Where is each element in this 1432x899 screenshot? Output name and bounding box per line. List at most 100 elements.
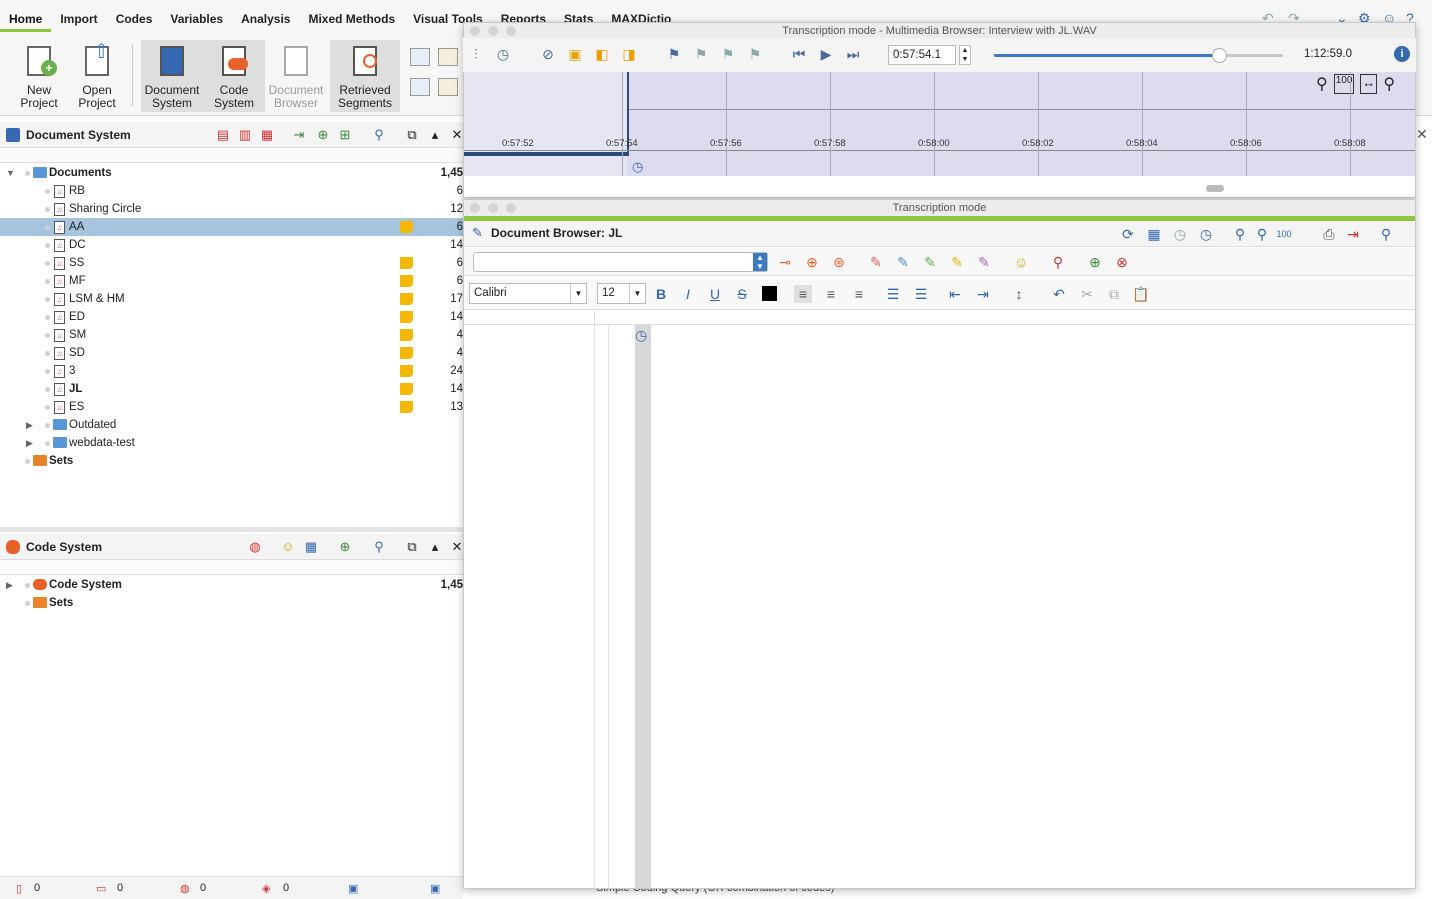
export-icon[interactable]: ⇥ xyxy=(1344,225,1362,243)
play-icon[interactable]: ▶ xyxy=(817,45,835,63)
code-with-new-icon[interactable]: ⊛ xyxy=(830,253,848,271)
highlighter-blue-icon[interactable]: ✎ xyxy=(894,253,912,271)
font-size-select[interactable]: 12 ▼ xyxy=(597,283,646,304)
cut-icon[interactable]: ✂ xyxy=(1078,285,1096,303)
filter-docs-icon[interactable]: ▦ xyxy=(260,128,274,142)
retrieved-segments-button[interactable]: Retrieved Segments xyxy=(330,40,400,112)
italic-icon[interactable]: I xyxy=(679,285,697,303)
skip-forward-icon[interactable]: ⏭ xyxy=(844,45,862,63)
skip-back-icon[interactable]: ⏮ xyxy=(790,45,808,63)
zoom-100-icon[interactable]: 100 xyxy=(1275,225,1293,243)
code-system-button[interactable]: Code System xyxy=(203,40,265,112)
memo-icon[interactable] xyxy=(400,329,413,341)
paste-icon[interactable]: 📋 xyxy=(1132,285,1150,303)
tab-mixed-methods[interactable]: Mixed Methods xyxy=(299,8,404,32)
search-icon[interactable]: ⚲ xyxy=(372,128,386,142)
memo-icon[interactable] xyxy=(400,293,413,305)
memo-icon[interactable] xyxy=(400,383,413,395)
users-icon[interactable]: ▣ xyxy=(348,882,358,895)
user-icon[interactable]: ▣ xyxy=(430,882,440,895)
emoticode-icon[interactable]: ☺ xyxy=(281,540,295,554)
line-spacing-icon[interactable]: ↕ xyxy=(1010,285,1028,303)
table-icon[interactable]: ▦ xyxy=(304,540,318,554)
document-sets-row[interactable]: Sets xyxy=(0,452,463,470)
seek-slider[interactable] xyxy=(994,48,1283,63)
close-icon[interactable]: ✕ xyxy=(450,128,464,142)
new-folder-icon[interactable]: ⊞ xyxy=(338,128,352,142)
chevron-right-icon[interactable]: ▶ xyxy=(26,434,33,452)
waveform-scrollbar[interactable] xyxy=(1206,185,1224,192)
align-center-icon[interactable]: ≡ xyxy=(822,285,840,303)
documents-root[interactable]: ▼ Documents 1,45 xyxy=(0,164,463,182)
strikethrough-icon[interactable]: S xyxy=(733,285,751,303)
transcript-area[interactable]: ◷ xyxy=(464,325,1415,888)
zoom-in-icon[interactable]: ⚲ xyxy=(1253,225,1271,243)
window-minimize-button[interactable] xyxy=(488,26,498,36)
code-dropdown[interactable]: ▲ ▼ xyxy=(473,252,768,272)
import-icon[interactable]: ⇥ xyxy=(292,128,306,142)
memo-icon[interactable] xyxy=(400,401,413,413)
refresh-icon[interactable]: ⟳ xyxy=(1119,225,1137,243)
document-row[interactable]: ♫ RB 6 xyxy=(0,182,463,200)
window-close-button[interactable] xyxy=(470,26,480,36)
position-stepper[interactable]: ▲ ▼ xyxy=(959,45,971,65)
seek-slider-handle[interactable] xyxy=(1212,48,1228,63)
document-row[interactable]: ♫ DC 14 xyxy=(0,236,463,254)
settings-sliders-icon[interactable]: ⫶ xyxy=(467,45,485,63)
marker-in-icon[interactable]: ⚑ xyxy=(692,45,710,63)
print-icon[interactable]: ⎙ xyxy=(1320,225,1338,243)
link-icon[interactable]: ⊘ xyxy=(539,45,557,63)
code-activate-icon[interactable]: ◍ xyxy=(248,540,262,554)
panel-splitter[interactable] xyxy=(0,527,463,532)
copy-icon[interactable]: ⧉ xyxy=(1105,285,1123,303)
window-zoom-button[interactable] xyxy=(506,26,516,36)
memo-icon[interactable] xyxy=(400,275,413,287)
document-row[interactable]: ♫ MF 6 xyxy=(0,272,463,290)
memo-icon[interactable] xyxy=(400,257,413,269)
highlighter-green-icon[interactable]: ✎ xyxy=(921,253,939,271)
zoom-out-icon[interactable]: ⚲ xyxy=(1231,225,1249,243)
layout-icon[interactable] xyxy=(438,48,458,66)
document-row[interactable]: ♫ SD 4 xyxy=(0,344,463,362)
search-icon[interactable]: ⚲ xyxy=(372,540,386,554)
highlighter-red-icon[interactable]: ✎ xyxy=(867,253,885,271)
timestamp-clock-icon[interactable]: ◷ xyxy=(635,327,647,344)
document-row[interactable]: ♫ Sharing Circle 12 xyxy=(0,200,463,218)
position-input[interactable]: 0:57:54.1 xyxy=(888,45,956,65)
align-right-icon[interactable]: ≡ xyxy=(850,285,868,303)
window-minimize-button[interactable] xyxy=(488,203,498,213)
bullet-list-icon[interactable]: ☰ xyxy=(884,285,902,303)
code-system-root[interactable]: ▶ Code System 1,45 xyxy=(0,576,463,594)
layout-icon[interactable] xyxy=(410,78,430,96)
outdent-icon[interactable]: ⇤ xyxy=(946,285,964,303)
folder-row[interactable]: ▶ webdata-test xyxy=(0,434,463,452)
new-project-button[interactable]: + New Project xyxy=(8,40,70,112)
zoom-out-icon[interactable]: ⚲ xyxy=(1316,74,1328,94)
close-icon[interactable]: ✕ xyxy=(450,540,464,554)
search-icon[interactable]: ⚲ xyxy=(1377,225,1395,243)
new-code-icon[interactable]: ⊕ xyxy=(338,540,352,554)
font-family-select[interactable]: Calibri ▼ xyxy=(469,283,587,304)
add-code-icon[interactable]: ⊕ xyxy=(803,253,821,271)
info-icon[interactable]: i xyxy=(1394,46,1410,62)
timestamp-settings-icon[interactable]: ◷ xyxy=(494,45,512,63)
add-folder-icon[interactable]: ▣ xyxy=(566,45,584,63)
align-left-icon[interactable]: ≡ xyxy=(794,285,812,303)
close-icon[interactable]: ✕ xyxy=(1416,126,1428,143)
document-row[interactable]: ♫ ED 14 xyxy=(0,308,463,326)
highlighter-yellow-icon[interactable]: ✎ xyxy=(948,253,966,271)
tab-variables[interactable]: Variables xyxy=(161,8,232,32)
forward-folder-icon[interactable]: ◨ xyxy=(620,45,638,63)
document-row[interactable]: ♫ AA 6 xyxy=(0,218,463,236)
marker-out-icon[interactable]: ⚑ xyxy=(719,45,737,63)
link-remove-icon[interactable]: ⊗ xyxy=(1113,253,1131,271)
open-project-button[interactable]: ⇧ Open Project xyxy=(66,40,128,112)
tab-analysis[interactable]: Analysis xyxy=(232,8,299,32)
marker-icon[interactable]: ⚑ xyxy=(665,45,683,63)
window-zoom-button[interactable] xyxy=(506,203,516,213)
zoom-in-icon[interactable]: ⚲ xyxy=(1383,74,1395,94)
indent-icon[interactable]: ⇥ xyxy=(974,285,992,303)
numbered-list-icon[interactable]: ☰ xyxy=(912,285,930,303)
code-sets-row[interactable]: Sets xyxy=(0,594,463,612)
undock-icon[interactable]: ⧉ xyxy=(405,540,419,554)
